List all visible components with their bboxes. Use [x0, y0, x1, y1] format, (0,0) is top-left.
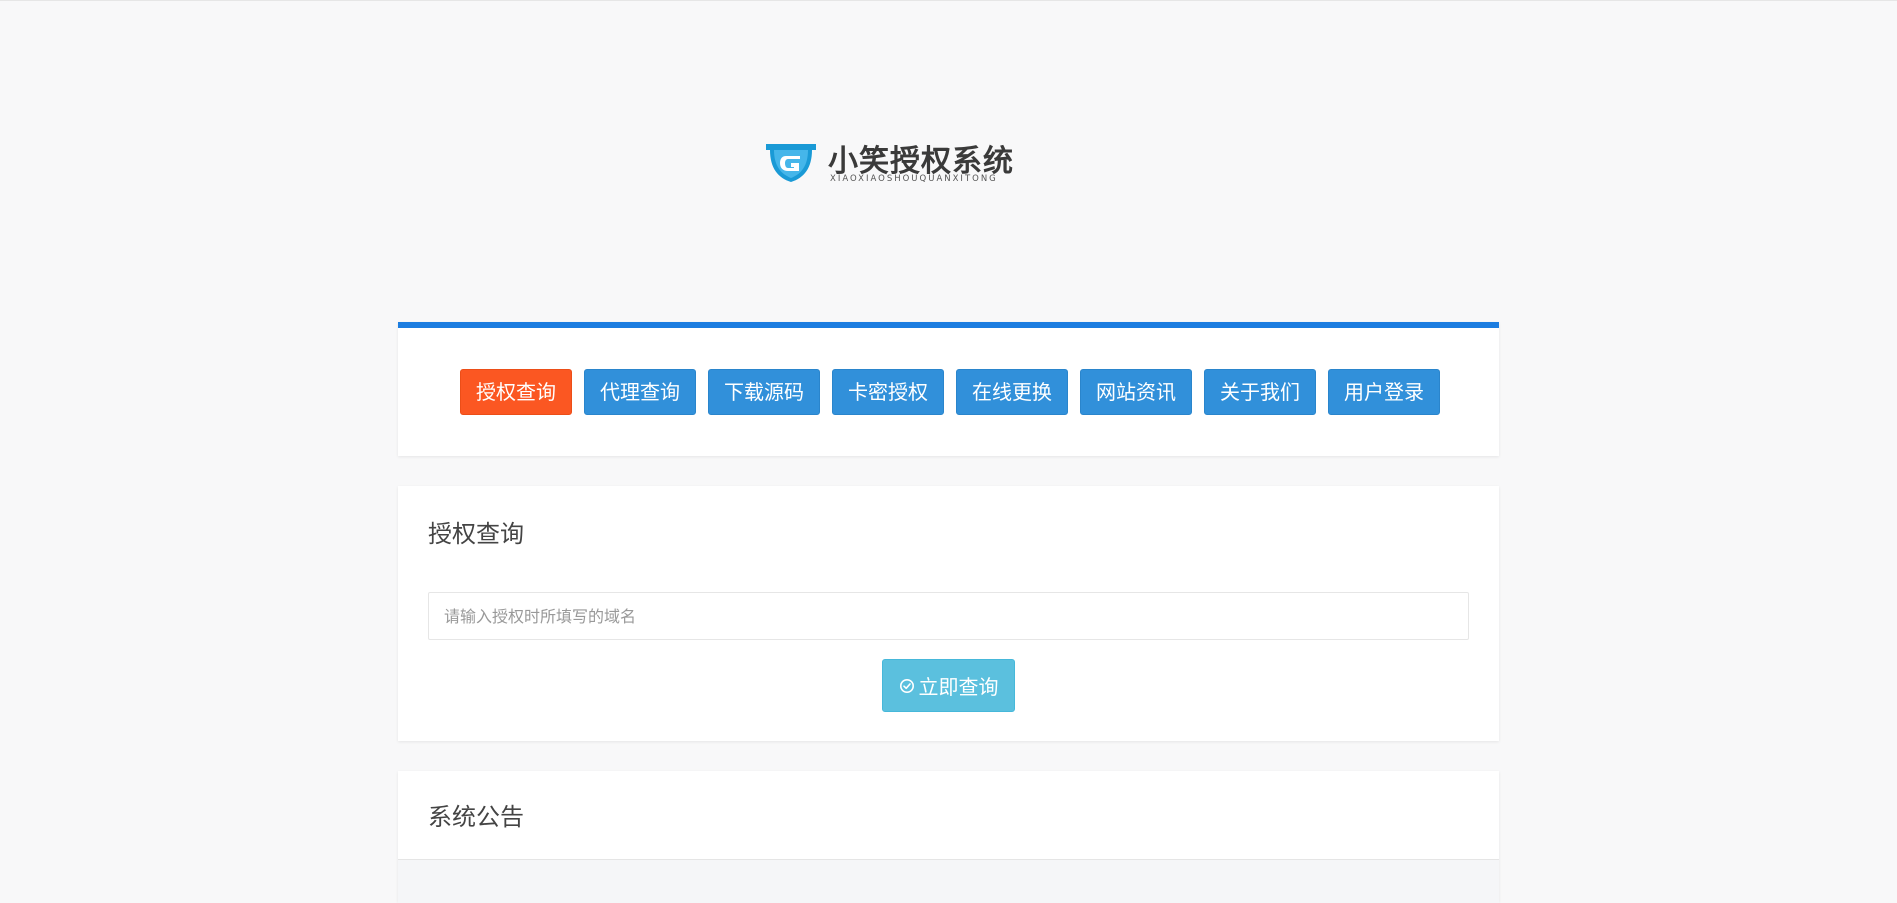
nav-button-download-source[interactable]: 下载源码 [708, 369, 820, 415]
domain-input[interactable] [428, 592, 1469, 640]
nav-button-group: 授权查询 代理查询 下载源码 卡密授权 在线更换 网站资讯 关于我们 用户登录 [460, 369, 1440, 415]
notice-body [398, 859, 1499, 903]
nav-button-auth-query[interactable]: 授权查询 [460, 369, 572, 415]
system-notice-panel: 系统公告 [398, 771, 1499, 903]
nav-button-user-login[interactable]: 用户登录 [1328, 369, 1440, 415]
nav-button-about-us[interactable]: 关于我们 [1204, 369, 1316, 415]
panel-title: 授权查询 [428, 520, 524, 548]
query-submit-button[interactable]: 立即查询 [882, 659, 1015, 712]
top-border [0, 0, 1897, 1]
nav-button-card-auth[interactable]: 卡密授权 [832, 369, 944, 415]
nav-button-agent-query[interactable]: 代理查询 [584, 369, 696, 415]
panel-title: 系统公告 [428, 803, 524, 831]
nav-button-site-news[interactable]: 网站资讯 [1080, 369, 1192, 415]
query-button-label: 立即查询 [918, 675, 999, 699]
auth-query-panel: 授权查询 立即查询 [398, 486, 1499, 741]
check-circle-icon [899, 678, 914, 693]
site-logo[interactable]: 小笑授权系统 XIAOXIAOSHOUQUANXITONG [760, 136, 1090, 192]
nav-button-online-change[interactable]: 在线更换 [956, 369, 1068, 415]
logo-subtitle: XIAOXIAOSHOUQUANXITONG [830, 174, 998, 184]
shield-g-icon [766, 144, 816, 182]
nav-card: 授权查询 代理查询 下载源码 卡密授权 在线更换 网站资讯 关于我们 用户登录 [398, 322, 1499, 456]
